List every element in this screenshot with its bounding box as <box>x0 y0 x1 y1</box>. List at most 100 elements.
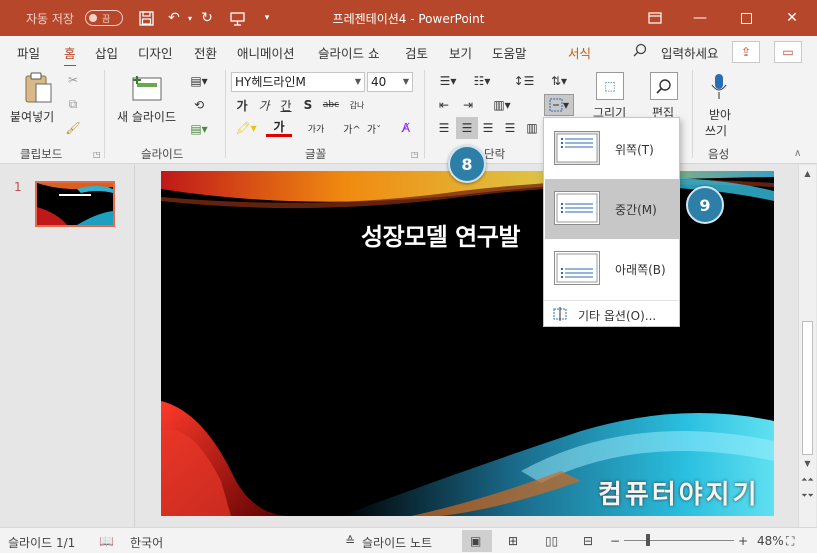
slide-thumbnail[interactable] <box>35 181 115 227</box>
zoom-slider[interactable] <box>624 540 734 541</box>
clear-formatting-icon[interactable]: A̸ <box>396 119 416 137</box>
scroll-up-icon[interactable]: ▲ <box>799 169 816 178</box>
slide-sorter-icon[interactable]: ⊞ <box>508 534 518 548</box>
font-group-label: 글꼴 <box>305 147 327 161</box>
menu-item-middle[interactable]: 중간(M) <box>545 179 679 239</box>
step-callout-9: 9 <box>686 186 724 224</box>
tab-view[interactable]: 보기 <box>449 43 472 62</box>
line-spacing-icon[interactable]: ↕☰ <box>510 72 538 90</box>
drawing-icon[interactable]: ⬚ <box>596 72 624 100</box>
close-icon[interactable]: ✕ <box>780 6 804 30</box>
step-callout-8: 8 <box>448 145 486 183</box>
justify-icon[interactable]: ☰ <box>500 119 520 137</box>
microphone-icon[interactable] <box>707 72 731 102</box>
previous-slide-icon[interactable]: ⏶⏶ <box>799 475 816 485</box>
copy-icon[interactable]: ⧉ <box>62 95 84 113</box>
tab-format[interactable]: 서식 <box>568 43 591 62</box>
slide-number: 1 <box>14 180 22 194</box>
align-center-icon[interactable]: ☰ <box>456 117 478 139</box>
align-text-icon[interactable]: ▾ <box>544 94 574 116</box>
text-direction-icon[interactable]: ⇅▾ <box>545 72 573 90</box>
paste-label[interactable]: 붙여넣기 <box>10 108 54 125</box>
zoom-in-icon[interactable]: + <box>738 534 748 548</box>
ribbon-display-options-icon[interactable] <box>643 6 667 30</box>
decrease-indent-icon[interactable]: ⇤ <box>434 96 454 114</box>
tab-slideshow[interactable]: 슬라이드 쇼 <box>318 43 379 62</box>
increase-indent-icon[interactable]: ⇥ <box>458 96 478 114</box>
columns-icon[interactable]: ▥▾ <box>488 96 516 114</box>
font-name-combo[interactable]: HY헤드라인M ▼ <box>231 72 365 92</box>
share-icon[interactable]: ⇪ <box>732 41 760 63</box>
cut-icon[interactable]: ✂ <box>62 71 84 89</box>
align-top-preview-icon <box>554 131 600 165</box>
scroll-thumb[interactable] <box>802 321 813 455</box>
tab-home[interactable]: 홈 <box>64 43 76 67</box>
distributed-icon[interactable]: ▥ <box>522 119 542 137</box>
maximize-icon[interactable] <box>734 6 758 30</box>
section-icon[interactable]: ▤▾ <box>186 120 212 138</box>
align-middle-preview-icon <box>554 191 600 225</box>
highlight-icon[interactable]: 🖍▾ <box>233 119 259 137</box>
next-slide-icon[interactable]: ⏷⏷ <box>799 491 816 501</box>
fit-to-window-icon[interactable]: ⛶ <box>786 534 794 549</box>
strikethrough-button[interactable]: abc <box>320 96 342 114</box>
align-left-icon[interactable]: ☰ <box>434 119 454 137</box>
clipboard-launcher-icon[interactable]: ◳ <box>93 150 101 159</box>
underline-button[interactable]: 간 <box>278 96 294 114</box>
italic-button[interactable]: 가 <box>256 96 272 114</box>
proofing-icon[interactable]: 📖 <box>99 534 114 548</box>
collapse-ribbon-icon[interactable]: ∧ <box>794 148 801 159</box>
divider <box>424 70 425 158</box>
menu-item-more-options[interactable]: 기타 옵션(O)... <box>544 300 679 326</box>
tab-review[interactable]: 검토 <box>405 43 428 62</box>
character-spacing-button[interactable]: 갑나 <box>344 96 370 114</box>
paste-icon[interactable] <box>22 72 54 104</box>
slide-title[interactable]: 성장모델 연구발 <box>361 217 520 252</box>
tab-file[interactable]: 파일 <box>17 43 40 62</box>
bold-button[interactable]: 가 <box>234 96 250 114</box>
align-right-icon[interactable]: ☰ <box>478 119 498 137</box>
bullets-icon[interactable]: ☰▾ <box>434 72 462 90</box>
zoom-slider-thumb[interactable] <box>646 534 650 546</box>
new-slide-label[interactable]: 새 슬라이드 <box>117 108 176 125</box>
layout-icon[interactable]: ▤▾ <box>186 72 212 90</box>
font-launcher-icon[interactable]: ◳ <box>411 150 419 159</box>
dictate-label-2[interactable]: 쓰기 <box>705 122 727 139</box>
search-icon[interactable] <box>633 43 647 57</box>
change-case-button[interactable]: 가가 <box>300 119 332 137</box>
tab-insert[interactable]: 삽입 <box>95 43 118 62</box>
paragraph-group-label: 단락 <box>484 147 506 161</box>
grow-font-button[interactable]: 가^ <box>342 119 362 137</box>
tab-design[interactable]: 디자인 <box>138 43 173 62</box>
font-color-button[interactable]: 가 <box>266 119 292 137</box>
tell-me-search[interactable]: 입력하세요 <box>661 43 719 62</box>
new-slide-icon[interactable] <box>130 72 164 104</box>
tab-animations[interactable]: 애니메이션 <box>237 43 295 62</box>
language-label[interactable]: 한국어 <box>130 534 163 551</box>
reading-view-icon[interactable]: ▯▯ <box>545 534 558 548</box>
minimize-icon[interactable]: — <box>688 6 712 30</box>
find-icon[interactable] <box>650 72 678 100</box>
format-painter-icon[interactable]: 🖌 <box>62 119 84 137</box>
menu-item-bottom[interactable]: 아래쪽(B) <box>545 239 679 299</box>
notes-label[interactable]: 슬라이드 노트 <box>362 534 432 551</box>
menu-item-top[interactable]: 위쪽(T) <box>545 119 679 179</box>
ribbon-tabs: 파일 홈 삽입 디자인 전환 애니메이션 슬라이드 쇼 검토 보기 도움말 서식… <box>0 36 817 67</box>
comments-icon[interactable]: ▭ <box>774 41 802 63</box>
dictate-label-1[interactable]: 받아 <box>709 106 731 123</box>
numbering-icon[interactable]: ☷▾ <box>468 72 496 90</box>
shrink-font-button[interactable]: 가ˇ <box>364 119 384 137</box>
reset-icon[interactable]: ⟲ <box>186 96 212 114</box>
notes-icon[interactable]: ≙ <box>345 534 355 548</box>
shadow-button[interactable]: S <box>300 96 316 114</box>
slide-canvas[interactable]: 성장모델 연구발 <box>161 171 774 516</box>
tab-help[interactable]: 도움말 <box>492 43 527 62</box>
zoom-level[interactable]: 48% <box>757 534 784 548</box>
zoom-out-icon[interactable]: − <box>610 534 620 548</box>
clipboard-group-label: 클립보드 <box>20 147 63 161</box>
slideshow-view-icon[interactable]: ⊟ <box>583 534 593 548</box>
vertical-scrollbar[interactable]: ▲ ▼ ⏶⏶ ⏷⏷ <box>798 165 816 527</box>
tab-transitions[interactable]: 전환 <box>194 43 217 62</box>
scroll-down-icon[interactable]: ▼ <box>799 459 816 468</box>
font-size-combo[interactable]: 40 ▼ <box>367 72 413 92</box>
